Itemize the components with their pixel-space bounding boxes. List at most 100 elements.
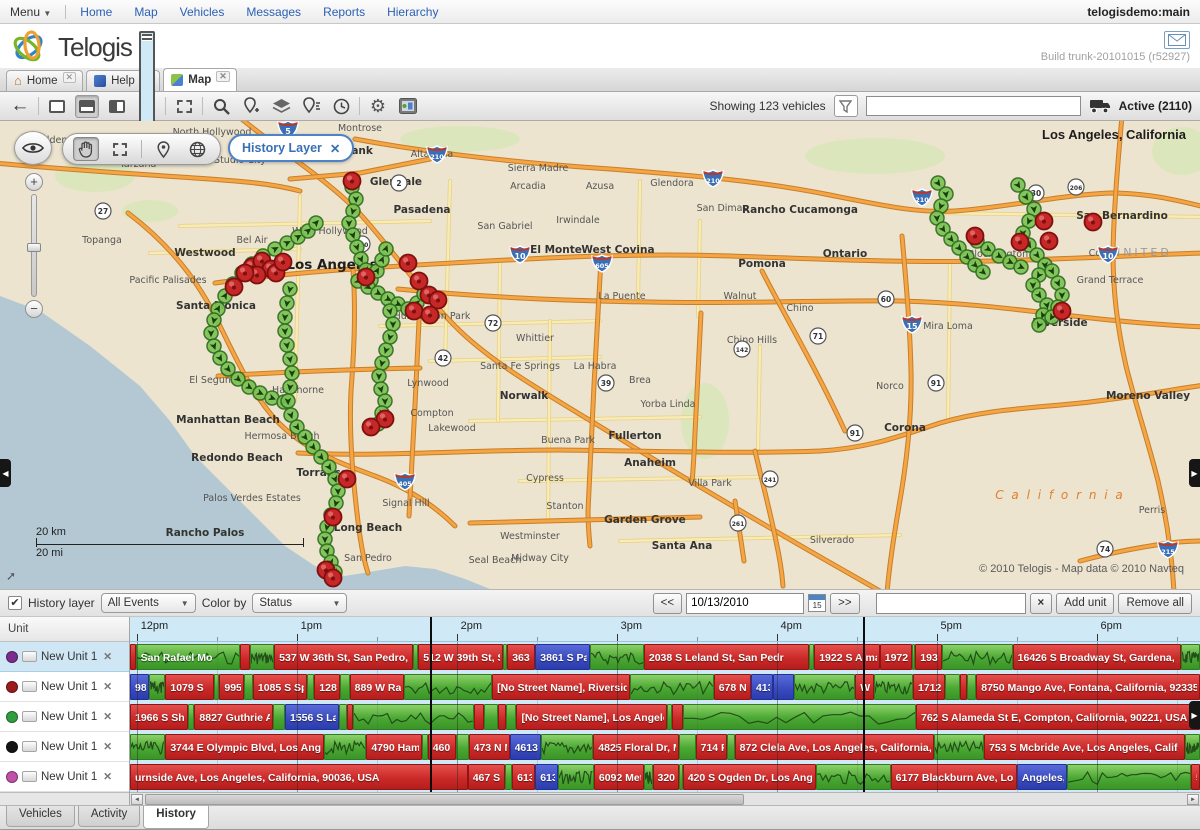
remove-unit-icon[interactable]: ✕ [103, 651, 112, 663]
tab-home[interactable]: ⌂Home✕ [6, 70, 83, 91]
timeline-segment[interactable]: 762 S Alameda St E, Compton, California,… [916, 704, 1200, 730]
unit-checkbox[interactable] [22, 711, 37, 722]
unit-row[interactable]: New Unit 1✕ [0, 642, 129, 672]
back-button[interactable]: ← [8, 95, 32, 118]
timeline-segment[interactable]: 995 [219, 674, 243, 700]
timeline-segment[interactable] [324, 734, 367, 760]
timeline-segment[interactable] [794, 674, 855, 700]
add-place-button[interactable] [239, 95, 263, 118]
display-options-button[interactable] [396, 95, 420, 118]
history-layer-checkbox[interactable]: ✔ [8, 596, 22, 610]
stop-marker[interactable] [1012, 234, 1029, 251]
unit-checkbox[interactable] [22, 681, 37, 692]
remove-all-button[interactable]: Remove all [1118, 593, 1192, 614]
timeline-segment[interactable]: 537 W 36th St, San Pedro, Ca [274, 644, 413, 670]
menu-item-map[interactable]: Map [134, 5, 157, 19]
timeline-segment[interactable]: 1712 [913, 674, 945, 700]
history-track-marker[interactable] [976, 265, 990, 279]
timeline-segment[interactable] [456, 734, 469, 760]
bottom-tab-history[interactable]: History [143, 806, 209, 829]
vehicle-search-input[interactable] [866, 96, 1081, 116]
date-next-button[interactable]: >> [830, 593, 859, 614]
timeline-segment[interactable]: 1966 S Shen [130, 704, 188, 730]
layers-button[interactable] [269, 95, 293, 118]
timeline-segment[interactable] [244, 674, 253, 700]
timeline-segment[interactable]: 4613 [510, 734, 542, 760]
timeline-segment[interactable]: 2038 S Leland St, San Pedr [644, 644, 809, 670]
history-track-marker[interactable] [386, 317, 400, 331]
timeline-segment[interactable]: 1085 S Sp [253, 674, 307, 700]
calendar-button[interactable]: 15 [808, 594, 826, 612]
stop-marker[interactable] [400, 255, 417, 272]
timeline-segment[interactable]: 714 Fra [696, 734, 728, 760]
timeline-segment[interactable]: 985 [130, 674, 149, 700]
timeline-segment[interactable] [307, 674, 314, 700]
history-track-marker[interactable] [383, 330, 397, 344]
history-track-marker[interactable] [283, 282, 297, 296]
timeline-segment[interactable]: [No Street Name], Los Angeles, Cal [516, 704, 667, 730]
history-track-marker[interactable] [379, 242, 393, 256]
timeline-segment[interactable]: 4825 Floral Dr, Mo [593, 734, 679, 760]
timeline-segment[interactable] [727, 734, 734, 760]
scrollbar-thumb[interactable] [145, 794, 744, 805]
history-track-marker[interactable] [383, 304, 397, 318]
collapse-left-panel-button[interactable]: ◀ [0, 459, 11, 487]
collapse-right-panel-button[interactable]: ▶ [1189, 459, 1200, 487]
unit-row[interactable]: New Unit 1✕ [0, 672, 129, 702]
timeline-segment[interactable] [505, 764, 512, 790]
stop-marker[interactable] [344, 173, 361, 190]
place-pin-button[interactable] [150, 137, 176, 161]
history-track-marker[interactable] [207, 313, 221, 327]
timeline-segment[interactable]: 8750 Mango Ave, Fontana, California, 923… [976, 674, 1199, 700]
zoom-slider-track[interactable] [31, 194, 37, 297]
zoom-out-button[interactable]: − [25, 300, 43, 318]
timeline-segment[interactable] [404, 674, 492, 700]
timeline-segment[interactable] [484, 704, 498, 730]
timeline-segment[interactable]: 1079 S [165, 674, 213, 700]
stop-marker[interactable] [406, 303, 423, 320]
timeline-segment[interactable] [240, 644, 249, 670]
pin-options-button[interactable] [299, 95, 323, 118]
menu-item-reports[interactable]: Reports [323, 5, 365, 19]
timeline-segment[interactable]: [No Street Name], Riverside, [492, 674, 630, 700]
unit-row[interactable]: New Unit 1✕ [0, 702, 129, 732]
messages-envelope-button[interactable] [1164, 31, 1190, 49]
zoom-slider-handle[interactable] [27, 243, 41, 252]
timeline-segment[interactable]: 889 W Ran [350, 674, 404, 700]
timeline-segment[interactable]: 473 N M [469, 734, 510, 760]
bottom-tab-activity[interactable]: Activity [78, 806, 140, 827]
timeline-segment[interactable] [874, 674, 913, 700]
history-track-marker[interactable] [1014, 260, 1028, 274]
menu-dropdown-button[interactable]: Menu ▼ [10, 5, 51, 19]
history-track-marker[interactable] [1032, 318, 1046, 332]
timeline-segment[interactable]: 1972 [880, 644, 912, 670]
timeline-horizontal-scrollbar[interactable]: ◄ ► [130, 792, 1200, 805]
stop-marker[interactable] [237, 265, 254, 282]
stop-marker[interactable] [325, 570, 342, 587]
zoom-in-button[interactable]: + [25, 173, 43, 191]
timeline-segment[interactable] [1181, 644, 1200, 670]
expand-map-icon[interactable]: ➚ [6, 569, 20, 583]
stop-marker[interactable] [422, 307, 439, 324]
history-track-marker[interactable] [283, 380, 297, 394]
timeline-segment[interactable] [541, 734, 593, 760]
stop-marker[interactable] [339, 471, 356, 488]
timeline-segment[interactable]: 16426 S Broadway St, Gardena, [1013, 644, 1182, 670]
timeline-segment[interactable]: 460 [428, 734, 456, 760]
history-layer-chip[interactable]: History Layer ✕ [228, 134, 354, 162]
timeline-segment[interactable] [474, 704, 484, 730]
timeline-segment[interactable] [773, 674, 793, 700]
scroll-left-button[interactable]: ◄ [131, 794, 143, 805]
add-unit-button[interactable]: Add unit [1056, 593, 1114, 614]
layout-rows-button[interactable] [135, 95, 159, 118]
history-track-marker[interactable] [372, 369, 386, 383]
timeline-segment[interactable] [960, 674, 967, 700]
history-track-marker[interactable] [283, 352, 297, 366]
timeline-segment[interactable]: 5 [1191, 764, 1200, 790]
date-input[interactable] [686, 593, 804, 614]
timeline-segment[interactable] [498, 704, 506, 730]
timeline-segment[interactable]: 420 S Ogden Dr, Los Angel [683, 764, 816, 790]
close-icon[interactable]: ✕ [330, 141, 340, 156]
menu-item-home[interactable]: Home [80, 5, 112, 19]
timeline-segment[interactable]: 4790 Ham [366, 734, 422, 760]
